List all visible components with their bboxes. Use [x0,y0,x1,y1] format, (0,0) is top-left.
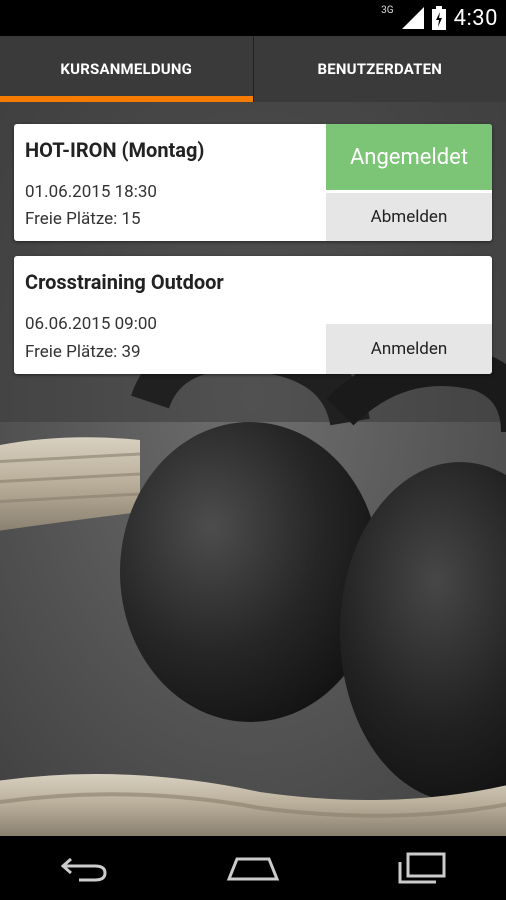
unregister-button[interactable]: Abmelden [326,193,492,241]
course-card: Crosstraining Outdoor 06.06.2015 09:00 F… [14,256,492,374]
course-card: HOT-IRON (Montag) 01.06.2015 18:30 Freie… [14,124,492,241]
status-bar: 3G 4:30 [0,0,506,36]
back-button[interactable] [44,843,124,893]
tab-label: KURSANMELDUNG [60,60,193,78]
registered-status-badge: Angemeldet [326,124,492,190]
course-free-slots: Freie Plätze: 15 [25,209,141,229]
status-time: 4:30 [453,5,498,31]
status-icons: 3G 4:30 [381,0,498,36]
course-title: HOT-IRON (Montag) [25,138,205,162]
battery-icon [431,6,446,30]
course-title: Crosstraining Outdoor [25,270,224,294]
register-button[interactable]: Anmelden [326,324,492,374]
back-icon [61,857,107,882]
course-datetime: 06.06.2015 09:00 [25,314,157,334]
tab-label: BENUTZERDATEN [317,60,443,78]
tab-kursanmeldung[interactable]: KURSANMELDUNG [0,36,253,102]
recents-button[interactable] [382,843,462,893]
home-icon [226,857,280,881]
course-datetime: 01.06.2015 18:30 [25,182,157,202]
recents-icon [398,852,446,884]
course-free-slots: Freie Plätze: 39 [25,342,141,362]
signal-icon [401,7,424,29]
tab-benutzerdaten[interactable]: BENUTZERDATEN [252,36,506,102]
home-button[interactable] [213,843,293,893]
network-type: 3G [381,4,394,16]
navigation-bar [0,836,506,900]
tab-bar: KURSANMELDUNG BENUTZERDATEN [0,36,506,102]
